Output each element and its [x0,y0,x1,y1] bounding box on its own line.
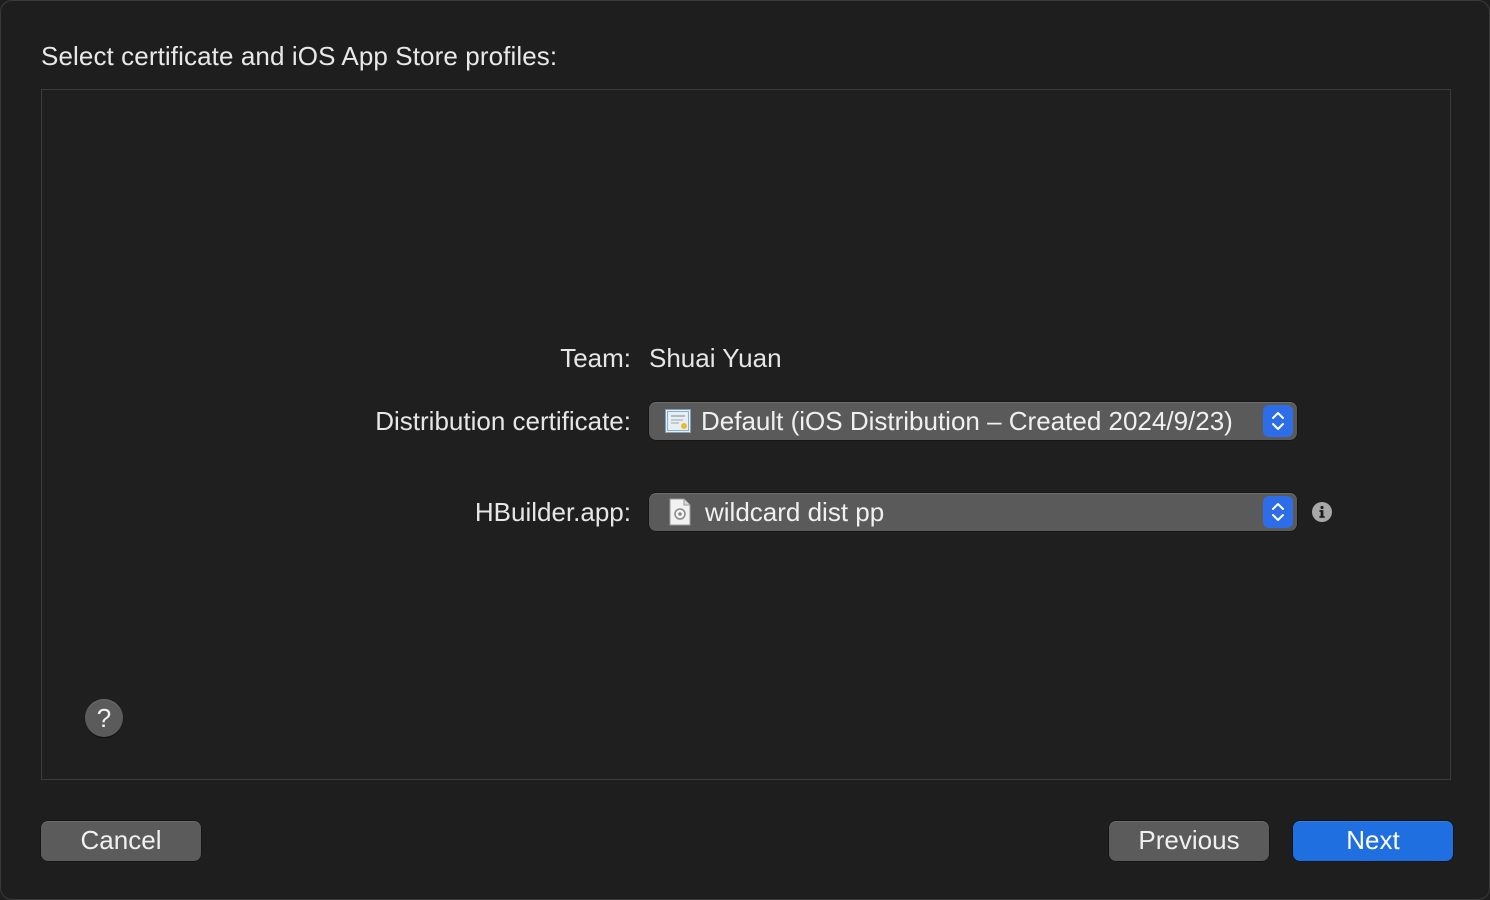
dialog-window: Select certificate and iOS App Store pro… [0,0,1490,900]
cancel-button[interactable]: Cancel [41,821,201,861]
info-icon[interactable] [1312,502,1332,522]
dialog-heading: Select certificate and iOS App Store pro… [41,41,558,71]
hbuilder-app-label: HBuilder.app: [474,497,631,527]
provisioning-profile-icon [669,498,691,526]
next-button[interactable]: Next [1293,821,1453,861]
distribution-certificate-popup[interactable]: Default (iOS Distribution – Created 2024… [649,402,1297,440]
chevron-up-down-icon [1263,405,1293,437]
team-value: Shuai Yuan [649,343,782,373]
previous-button[interactable]: Previous [1109,821,1269,861]
certificate-icon [665,409,691,433]
provisioning-profile-value: wildcard dist pp [705,497,885,527]
provisioning-profile-popup[interactable]: wildcard dist pp [649,493,1297,531]
distribution-certificate-value: Default (iOS Distribution – Created 2024… [701,406,1233,436]
help-button[interactable]: ? [85,699,123,737]
distribution-certificate-label: Distribution certificate: [375,406,631,436]
team-label: Team: [560,343,631,373]
chevron-up-down-icon [1263,496,1293,528]
